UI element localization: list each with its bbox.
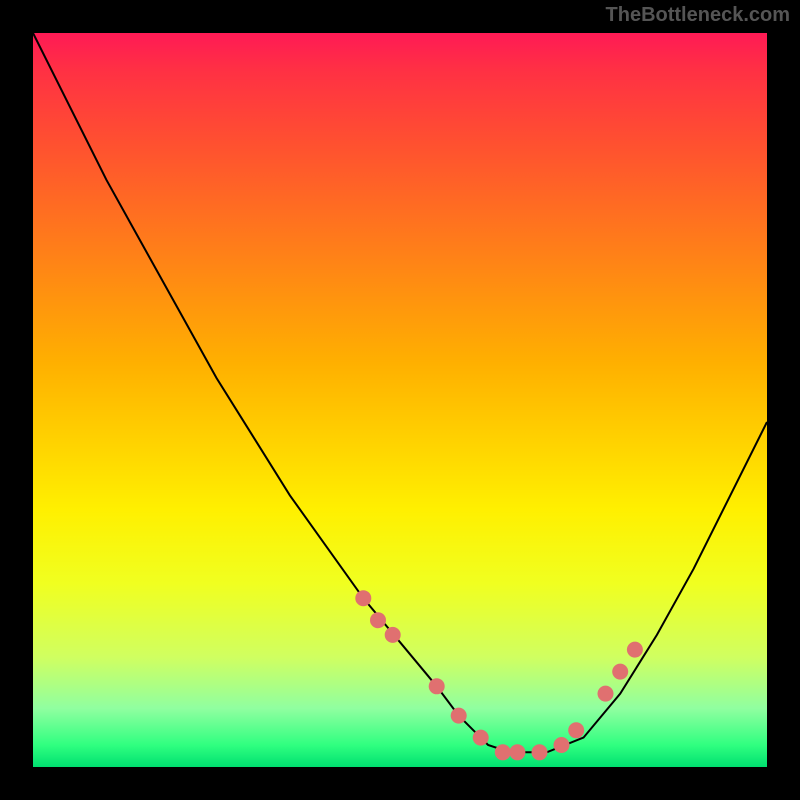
gradient-background (33, 33, 767, 767)
chart-container: TheBottleneck.com (0, 0, 800, 800)
watermark-text: TheBottleneck.com (606, 4, 790, 27)
